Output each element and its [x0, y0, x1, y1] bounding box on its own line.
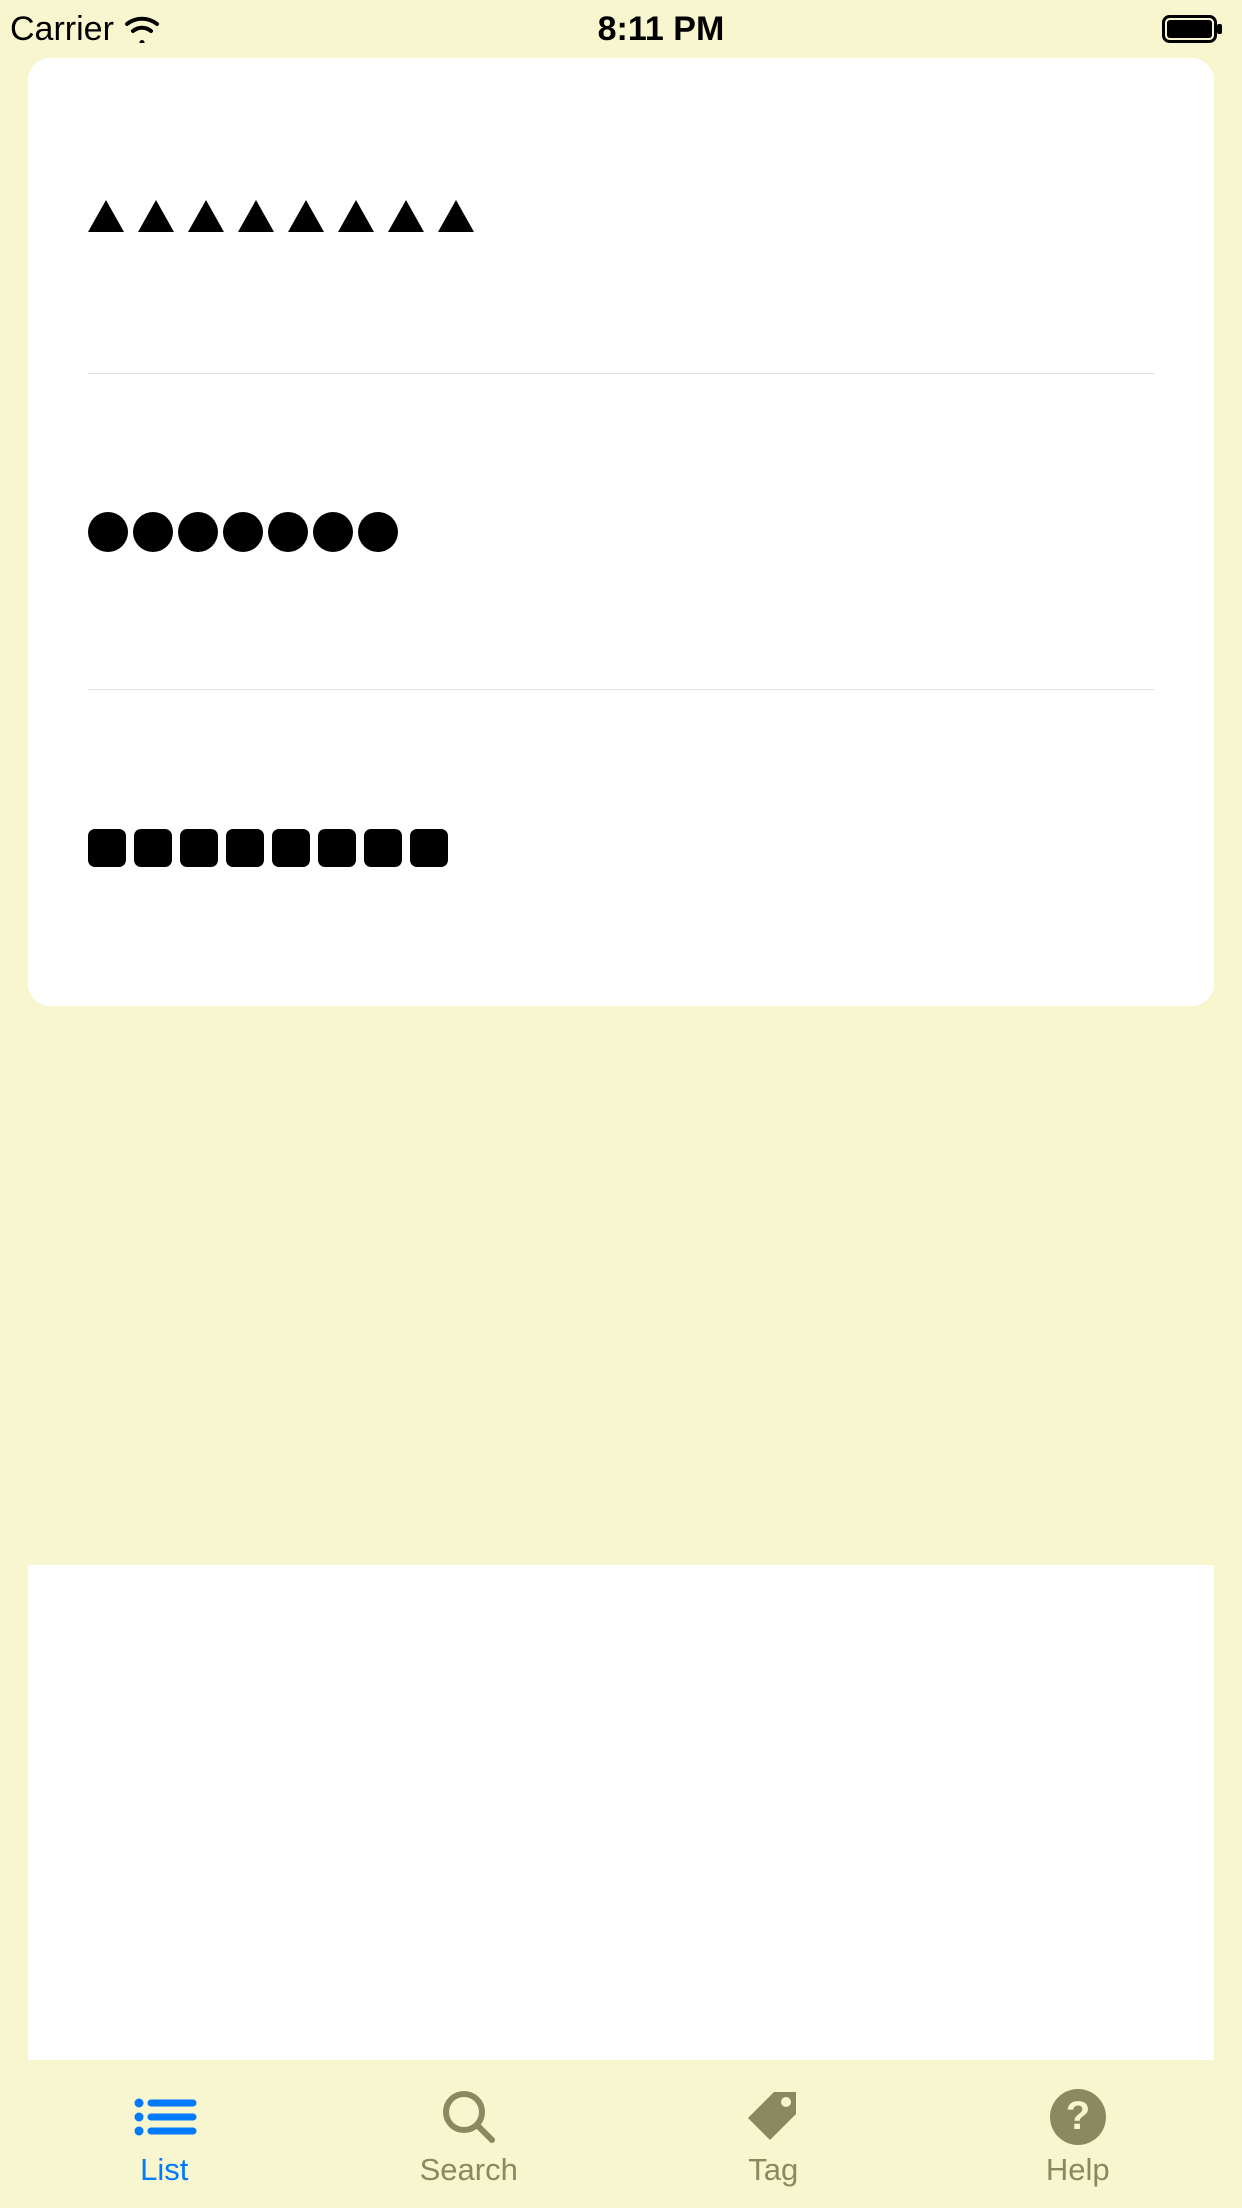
triangle-shape [238, 200, 274, 232]
lower-panel-wrap [0, 1565, 1242, 2060]
list-row-triangles[interactable] [88, 58, 1154, 374]
battery-icon [1162, 15, 1224, 43]
triangle-shape [438, 200, 474, 232]
triangle-shapes [88, 200, 474, 232]
tab-label: Search [420, 2152, 518, 2188]
square-shapes [88, 829, 448, 867]
square-shape [180, 829, 218, 867]
circle-shape [88, 512, 128, 552]
triangle-shape [88, 200, 124, 232]
square-shape [318, 829, 356, 867]
list-icon [131, 2086, 197, 2148]
square-shape [364, 829, 402, 867]
svg-text:?: ? [1066, 2094, 1090, 2138]
triangle-shape [388, 200, 424, 232]
tab-bar: List Search Tag [0, 2060, 1242, 2208]
list-card [28, 58, 1214, 1006]
circle-shape [313, 512, 353, 552]
tab-search[interactable]: Search [317, 2080, 622, 2188]
search-icon [438, 2086, 500, 2148]
status-time: 8:11 PM [598, 10, 725, 49]
triangle-shape [338, 200, 374, 232]
status-bar: Carrier 8:11 PM [0, 0, 1242, 58]
tab-label: List [140, 2152, 188, 2188]
tag-icon [742, 2086, 804, 2148]
main-content [0, 58, 1242, 1565]
help-icon: ? [1048, 2086, 1108, 2148]
tab-label: Help [1046, 2152, 1110, 2188]
circle-shape [268, 512, 308, 552]
square-shape [88, 829, 126, 867]
list-row-squares[interactable] [88, 690, 1154, 1006]
status-right [1162, 15, 1224, 43]
square-shape [272, 829, 310, 867]
tab-tag[interactable]: Tag [621, 2080, 926, 2188]
tab-list[interactable]: List [12, 2080, 317, 2188]
circle-shape [358, 512, 398, 552]
triangle-shape [288, 200, 324, 232]
square-shape [226, 829, 264, 867]
square-shape [134, 829, 172, 867]
tab-help[interactable]: ? Help [926, 2080, 1231, 2188]
list-row-circles[interactable] [88, 374, 1154, 690]
triangle-shape [138, 200, 174, 232]
tab-label: Tag [748, 2152, 798, 2188]
lower-panel [28, 1565, 1214, 2060]
circle-shape [178, 512, 218, 552]
circle-shape [133, 512, 173, 552]
circle-shape [223, 512, 263, 552]
triangle-shape [188, 200, 224, 232]
circle-shapes [88, 512, 398, 552]
wifi-icon [124, 15, 160, 43]
status-left: Carrier [10, 10, 160, 49]
carrier-label: Carrier [10, 10, 114, 49]
square-shape [410, 829, 448, 867]
